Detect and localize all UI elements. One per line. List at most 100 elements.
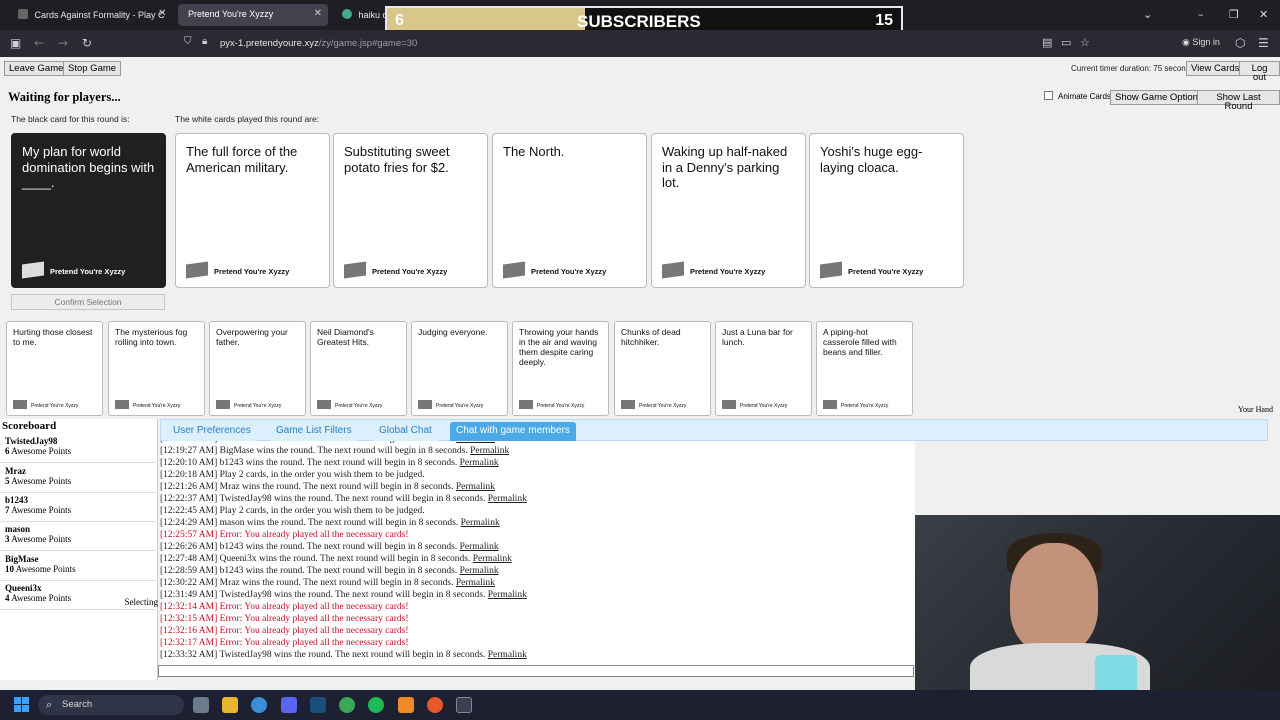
show-game-options-button[interactable]: Show Game Options: [1110, 90, 1208, 105]
hand-card[interactable]: Overpowering your father. Pretend You're …: [209, 321, 306, 416]
played-white-card[interactable]: Yoshi's huge egg-laying cloaca. Pretend …: [809, 133, 964, 288]
subscriber-left-count: 6: [395, 12, 404, 29]
picture-in-picture-icon[interactable]: ▭: [1061, 36, 1071, 49]
chrome-favicon-icon: [342, 9, 352, 19]
lock-icon[interactable]: 🔒︎: [202, 36, 207, 47]
tab-favicon-icon: [18, 9, 28, 19]
sign-in-button[interactable]: ◉ Sign in: [1182, 37, 1220, 48]
address-bar[interactable]: ⛉ 🔒︎ pyx-1.pretendyoure.xyz/zy/game.jsp#…: [178, 33, 1103, 54]
checkbox-box[interactable]: [1044, 91, 1053, 100]
chat-line-text: [12:24:29 AM] mason wins the round. The …: [160, 518, 461, 528]
game-status-heading: Waiting for players...: [8, 90, 121, 104]
taskbar-search[interactable]: ⌕ Search: [38, 695, 184, 715]
steam-icon[interactable]: [310, 697, 326, 713]
back-arrow-icon[interactable]: ←: [34, 36, 44, 50]
shield-icon[interactable]: ⛉: [184, 36, 192, 47]
view-cards-button[interactable]: View Cards: [1186, 61, 1245, 76]
permalink-link[interactable]: Permalink: [470, 446, 509, 456]
permalink-link[interactable]: Permalink: [456, 482, 495, 492]
folder-icon[interactable]: [222, 697, 238, 713]
account-icon: ◉: [1182, 37, 1193, 47]
chat-input[interactable]: [158, 665, 914, 677]
url-path: /zy/game.jsp#game=30: [318, 38, 418, 49]
window-close-icon[interactable]: ✕: [1259, 8, 1268, 21]
leave-game-button[interactable]: Leave Game: [4, 61, 69, 76]
chat-line: [12:20:18 AM] Play 2 cards, in the order…: [160, 470, 425, 482]
tab-user-preferences[interactable]: User Preferences: [167, 422, 257, 441]
tab-close-icon[interactable]: ✕: [314, 8, 322, 19]
chat-line: [12:31:49 AM] TwistedJay98 wins the roun…: [160, 590, 527, 602]
stop-game-button[interactable]: Stop Game: [63, 61, 122, 76]
maximize-icon[interactable]: ❐: [1229, 8, 1239, 21]
confirm-selection-button[interactable]: Confirm Selection: [11, 294, 165, 310]
tab-chat-game-members[interactable]: Chat with game members: [450, 422, 576, 441]
spotify-icon[interactable]: [368, 697, 384, 713]
discord-icon[interactable]: [281, 697, 297, 713]
hand-card[interactable]: Throwing your hands in the air and wavin…: [512, 321, 609, 416]
reader-view-icon[interactable]: ▤: [1042, 36, 1052, 49]
chat-line-text: [12:33:32 AM] TwistedJay98 wins the roun…: [160, 650, 488, 660]
chat-line-text: [12:28:59 AM] b1243 wins the round. The …: [160, 566, 460, 576]
browser-icon[interactable]: [251, 697, 267, 713]
permalink-link[interactable]: Permalink: [456, 578, 495, 588]
scoreboard-player: Mraz 5 Awesome Points: [0, 464, 158, 493]
hand-card[interactable]: Neil Diamond's Greatest Hits. Pretend You…: [310, 321, 407, 416]
your-hand-label: Your Hand: [1238, 405, 1273, 414]
chat-line: [12:30:22 AM] Mraz wins the round. The n…: [160, 578, 495, 590]
chat-line-text: [12:31:49 AM] TwistedJay98 wins the roun…: [160, 590, 488, 600]
tab-close-icon[interactable]: ✕: [158, 8, 166, 19]
obs-icon[interactable]: [456, 697, 472, 713]
extensions-icon[interactable]: ⬡: [1235, 36, 1245, 50]
permalink-link[interactable]: Permalink: [473, 554, 512, 564]
firefox-icon[interactable]: [427, 697, 443, 713]
permalink-link[interactable]: Permalink: [461, 518, 500, 528]
tab-game-list-filters[interactable]: Game List Filters: [270, 422, 358, 441]
streamer-head: [1010, 543, 1098, 653]
chat-line: [12:20:10 AM] b1243 wins the round. The …: [160, 458, 499, 470]
animate-cards-checkbox[interactable]: Animate Cards: [1044, 91, 1111, 101]
permalink-link[interactable]: Permalink: [460, 458, 499, 468]
chat-line-text: [12:21:26 AM] Mraz wins the round. The n…: [160, 482, 456, 492]
log-out-button[interactable]: Log out: [1239, 61, 1280, 82]
tab-global-chat[interactable]: Global Chat: [373, 422, 438, 441]
hand-card[interactable]: Chunks of dead hitchhiker. Pretend You're…: [614, 321, 711, 416]
hand-card[interactable]: Hurting those closest to me. Pretend You'…: [6, 321, 103, 416]
bookmark-star-icon[interactable]: ☆: [1080, 36, 1090, 49]
permalink-link[interactable]: Permalink: [488, 650, 527, 660]
hand-card[interactable]: Judging everyone. Pretend You're Xyzzy: [411, 321, 508, 416]
browser-tab-caf[interactable]: Cards Against Formality - Play C ✕: [8, 4, 173, 26]
chat-line-text: [12:22:45 AM] Play 2 cards, in the order…: [160, 506, 425, 516]
played-white-card[interactable]: Substituting sweet potato fries for $2. …: [333, 133, 488, 288]
permalink-link[interactable]: Permalink: [460, 542, 499, 552]
permalink-link[interactable]: Permalink: [488, 590, 527, 600]
tab-list-chevron-icon[interactable]: ⌄: [1143, 8, 1152, 21]
played-white-card[interactable]: The full force of the American military.…: [175, 133, 330, 288]
hand-card[interactable]: The mysterious fog rolling into town. Pre…: [108, 321, 205, 416]
browser-tab-pyx[interactable]: Pretend You're Xyzzy ✕: [178, 4, 328, 26]
permalink-link[interactable]: Permalink: [460, 566, 499, 576]
show-last-round-button[interactable]: Show Last Round: [1197, 90, 1280, 111]
chrome-icon[interactable]: [339, 697, 355, 713]
cards-logo-icon: [621, 400, 635, 409]
played-white-card[interactable]: Waking up half-naked in a Denny's parkin…: [651, 133, 806, 288]
cards-logo-icon: [820, 261, 842, 279]
menu-hamburger-icon[interactable]: ☰: [1258, 36, 1269, 50]
scoreboard: Scoreboard TwistedJay98 6 Awesome Points…: [0, 419, 158, 680]
minimize-icon[interactable]: –: [1198, 8, 1204, 21]
windows-start-icon[interactable]: [14, 697, 30, 713]
file-explorer-icon[interactable]: [193, 697, 209, 713]
chat-error-line: [12:32:16 AM] Error: You already played …: [160, 626, 409, 638]
played-white-card[interactable]: The North. Pretend You're Xyzzy: [492, 133, 647, 288]
timer-duration-text: Current timer duration: 75 seconds: [1071, 64, 1195, 73]
cards-logo-icon: [186, 261, 208, 279]
reload-icon[interactable]: ↻: [82, 36, 92, 50]
hand-card[interactable]: Just a Luna bar for lunch. Pretend You're…: [715, 321, 812, 416]
vlc-icon[interactable]: [398, 697, 414, 713]
scoreboard-title: Scoreboard: [2, 420, 57, 432]
permalink-link[interactable]: Permalink: [456, 441, 495, 444]
hand-card[interactable]: A piping-hot casserole filled with beans…: [816, 321, 913, 416]
tab-manager-icon[interactable]: ▣: [10, 36, 21, 50]
permalink-link[interactable]: Permalink: [488, 494, 527, 504]
forward-arrow-icon[interactable]: →: [58, 36, 68, 50]
webcam-overlay: [915, 515, 1280, 690]
